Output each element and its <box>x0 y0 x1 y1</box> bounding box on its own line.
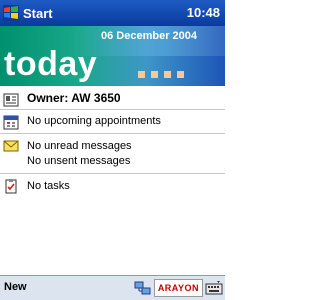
calendar-icon <box>3 115 19 130</box>
banner-square <box>138 71 145 78</box>
clipboard-check-icon <box>5 179 17 194</box>
banner-squares <box>138 71 184 78</box>
messages-item[interactable]: No unread messages No unsent messages <box>0 134 225 174</box>
banner-square <box>151 71 158 78</box>
start-label: Start <box>23 5 53 21</box>
title-bar: Start 10:48 <box>0 0 225 26</box>
owner-card-icon <box>3 93 19 107</box>
messages-text: No unread messages No unsent messages <box>0 134 225 169</box>
envelope-icon <box>3 140 19 152</box>
new-button[interactable]: New <box>4 281 27 293</box>
clock[interactable]: 10:48 <box>187 5 220 20</box>
banner-title: today <box>4 45 98 83</box>
unread-messages-text: No unread messages <box>27 140 132 152</box>
tasks-text: No tasks <box>27 180 70 192</box>
today-banner[interactable]: 06 December 2004 today <box>0 26 225 86</box>
appointments-item[interactable]: No upcoming appointments <box>0 110 225 134</box>
unsent-messages-text: No unsent messages <box>27 155 131 167</box>
banner-square <box>164 71 171 78</box>
windows-flag-icon <box>3 5 19 21</box>
keyboard-icon[interactable] <box>205 280 223 296</box>
connectivity-icon[interactable] <box>134 279 152 297</box>
system-tray: ARAYON <box>134 279 223 297</box>
start-button[interactable]: Start <box>0 0 53 26</box>
arayon-logo[interactable]: ARAYON <box>153 279 203 297</box>
owner-item[interactable]: Owner: AW 3650 <box>0 88 225 110</box>
tasks-item[interactable]: No tasks <box>0 174 225 198</box>
appointments-text: No upcoming appointments <box>27 115 161 127</box>
command-bar: New ARAYON <box>0 275 225 300</box>
today-items: Owner: AW 3650 No upcoming appointments … <box>0 88 225 198</box>
banner-date: 06 December 2004 <box>100 30 197 42</box>
owner-text: Owner: AW 3650 <box>27 91 121 105</box>
banner-square <box>177 71 184 78</box>
